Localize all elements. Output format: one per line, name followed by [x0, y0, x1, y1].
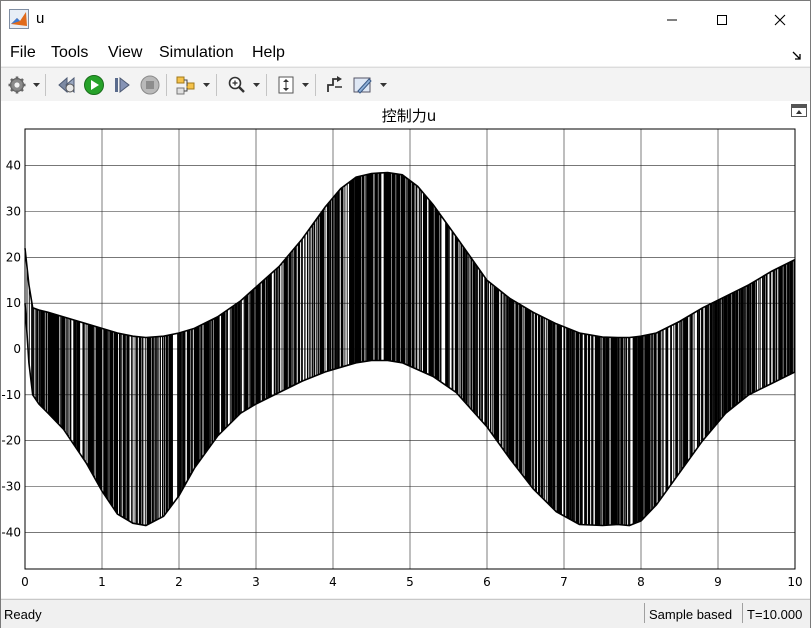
toolbar-separator	[315, 74, 316, 96]
menu-simulation[interactable]: Simulation	[159, 44, 234, 62]
toolbar-separator	[45, 74, 46, 96]
y-tick-label: 10	[6, 296, 21, 310]
style-icon[interactable]	[351, 73, 375, 97]
window-title: u	[36, 10, 45, 27]
x-tick-label: 9	[714, 575, 722, 589]
x-tick-label: 6	[483, 575, 491, 589]
x-tick-label: 7	[560, 575, 568, 589]
menu-file[interactable]: File	[10, 44, 36, 62]
run-icon[interactable]	[82, 73, 106, 97]
y-tick-label: 40	[6, 159, 21, 173]
x-tick-label: 8	[637, 575, 645, 589]
zoom-dropdown-icon[interactable]	[252, 74, 261, 96]
style-dropdown-icon[interactable]	[379, 74, 388, 96]
stop-icon[interactable]	[138, 73, 162, 97]
fit-dropdown-icon[interactable]	[301, 74, 310, 96]
chattering-signal	[26, 172, 796, 526]
y-tick-label: -10	[1, 388, 21, 402]
y-tick-label: -30	[1, 480, 21, 494]
scope-display[interactable]: 控制力u 0 1 2 3 4 5 6 7 8 9 10 -40 -30 -20 -10 0 10 20 30 40	[1, 101, 810, 598]
y-tick-label: 0	[13, 342, 21, 356]
y-tick-label: -20	[1, 434, 21, 448]
y-tick-label: 30	[6, 205, 21, 219]
maximize-button[interactable]	[699, 1, 745, 38]
signal-dropdown-icon[interactable]	[202, 74, 211, 96]
x-tick-label: 1	[98, 575, 106, 589]
minimize-icon	[667, 19, 677, 20]
status-bar: Ready Sample based T=10.000	[1, 599, 810, 628]
fit-to-view-icon[interactable]	[274, 73, 298, 97]
x-tick-label: 2	[175, 575, 183, 589]
toolbar-separator	[266, 74, 267, 96]
close-button[interactable]	[757, 1, 803, 38]
gear-icon[interactable]	[5, 73, 29, 97]
menu-help[interactable]: Help	[252, 44, 285, 62]
chart[interactable]: 控制力u 0 1 2 3 4 5 6 7 8 9 10 -40 -30 -20 -10 0 10 20 30 40	[1, 101, 810, 598]
matlab-icon	[9, 9, 29, 29]
cursor-measurement-icon[interactable]	[323, 73, 347, 97]
x-tick-label: 3	[252, 575, 260, 589]
sample-mode-indicator: Sample based	[644, 603, 742, 623]
toolbar	[1, 67, 810, 102]
menu-tools[interactable]: Tools	[51, 44, 88, 62]
x-tick-label: 5	[406, 575, 414, 589]
menu-view[interactable]: View	[108, 44, 142, 62]
x-tick-label: 0	[21, 575, 29, 589]
signal-highlight-icon[interactable]	[174, 73, 198, 97]
y-tick-label: 20	[6, 250, 21, 264]
title-bar[interactable]: u	[1, 1, 810, 38]
step-forward-icon[interactable]	[110, 73, 134, 97]
restore-icon[interactable]	[54, 73, 78, 97]
zoom-icon[interactable]	[225, 73, 249, 97]
y-tick-label: -40	[1, 525, 21, 539]
scope-window: u File Tools View Simulation Help 控制力u 0…	[0, 0, 811, 628]
minimize-button[interactable]	[649, 1, 695, 38]
x-tick-label: 10	[787, 575, 802, 589]
chart-title: 控制力u	[382, 107, 437, 125]
maximize-icon	[717, 14, 727, 25]
menu-bar: File Tools View Simulation Help	[1, 38, 810, 66]
toolbar-separator	[166, 74, 167, 96]
undock-arrow-icon[interactable]	[792, 48, 802, 60]
gear-dropdown-icon[interactable]	[32, 74, 41, 96]
x-tick-label: 4	[329, 575, 337, 589]
close-icon	[774, 14, 786, 25]
toolbar-separator	[216, 74, 217, 96]
status-ready: Ready	[4, 607, 42, 622]
simulation-time: T=10.000	[742, 603, 808, 623]
